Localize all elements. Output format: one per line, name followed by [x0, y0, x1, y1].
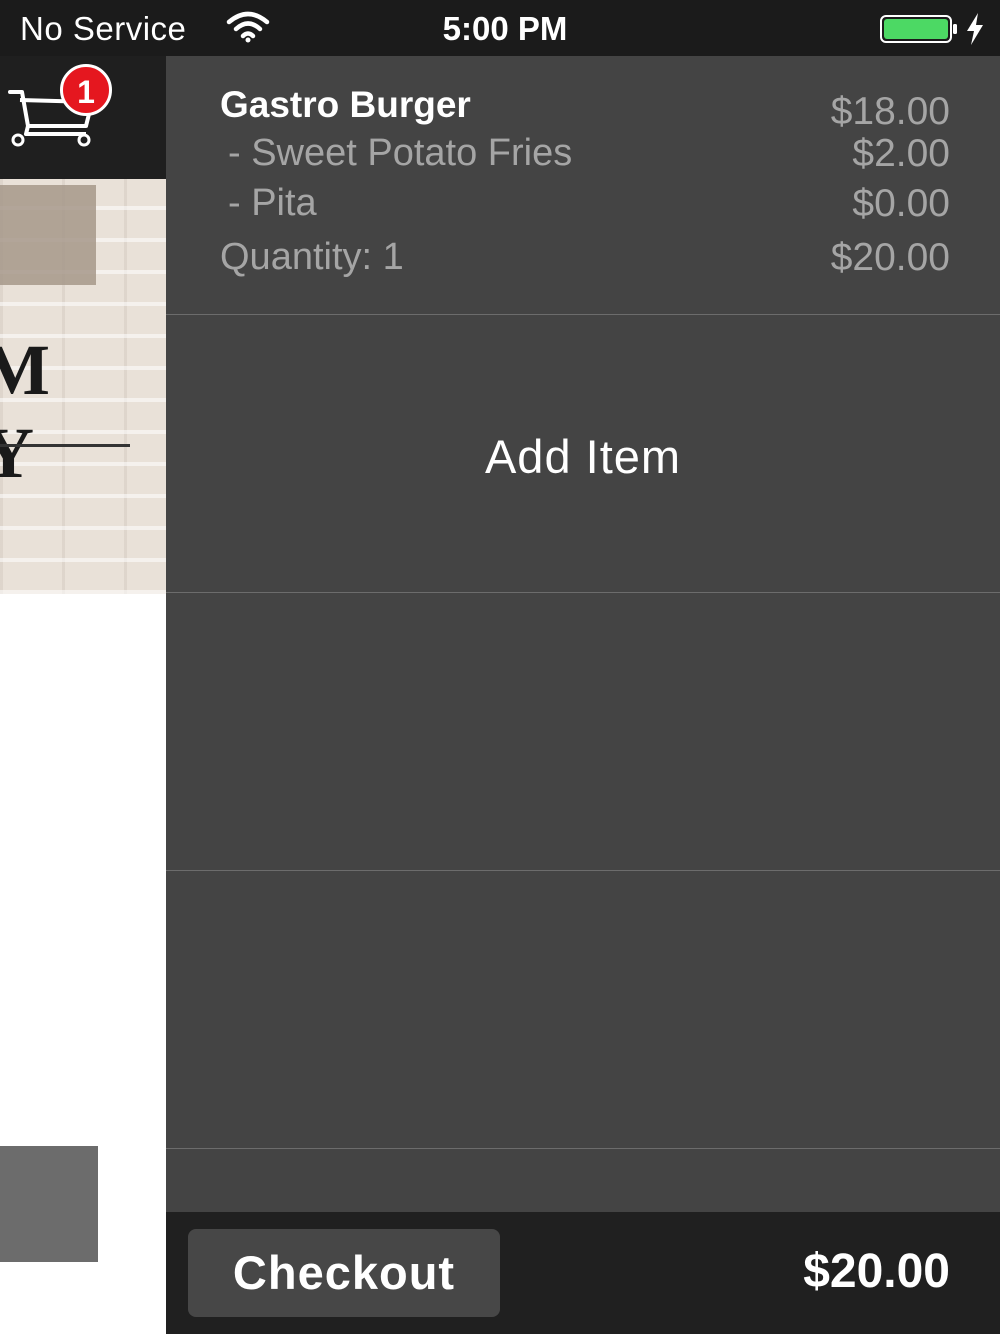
hero-text: M Y — [0, 330, 72, 493]
cart-total: $20.00 — [803, 1245, 950, 1298]
cart-footer: Checkout $20.00 — [166, 1212, 1000, 1334]
background-app-header: 1 — [0, 56, 166, 179]
charging-bolt-icon — [967, 13, 983, 45]
background-app-view: 1 M Y — [0, 56, 166, 1334]
status-time: 5:00 PM — [442, 10, 568, 47]
item-price: $18.00 — [830, 90, 950, 133]
hero-sign — [0, 185, 96, 285]
item-option-price: $2.00 — [852, 132, 950, 175]
empty-cart-row — [166, 871, 1000, 1149]
item-line-total: $20.00 — [830, 236, 950, 279]
hero-image: M Y — [0, 179, 166, 594]
checkout-button[interactable]: Checkout — [188, 1229, 500, 1317]
item-quantity: Quantity: 1 — [220, 236, 404, 278]
cart-panel: Gastro Burger $18.00 - Sweet Potato Frie… — [166, 56, 1000, 1334]
item-name: Gastro Burger — [220, 84, 471, 125]
item-option-name: - Sweet Potato Fries — [228, 132, 573, 174]
add-item-button[interactable]: Add Item — [166, 315, 1000, 593]
item-option-price: $0.00 — [852, 182, 950, 225]
background-app-button[interactable] — [0, 1146, 98, 1262]
cart-count-badge: 1 — [60, 64, 112, 116]
cart-item[interactable]: Gastro Burger $18.00 - Sweet Potato Frie… — [166, 56, 1000, 315]
add-item-label: Add Item — [484, 430, 682, 483]
hero-divider — [0, 444, 130, 447]
battery-icon — [880, 15, 957, 43]
empty-cart-row — [166, 593, 1000, 871]
status-bar: No Service 5:00 PM — [0, 0, 1000, 56]
item-option-name: - Pita — [228, 182, 317, 224]
